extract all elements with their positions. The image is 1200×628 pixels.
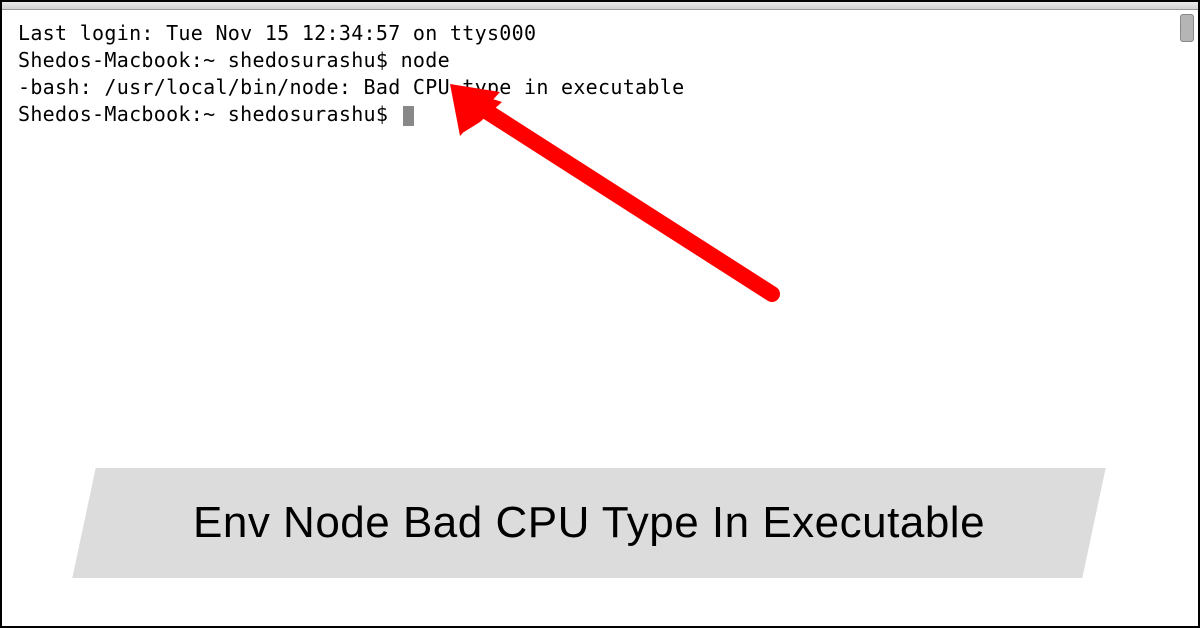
caption-text: Env Node Bad CPU Type In Executable: [193, 498, 985, 548]
terminal-window: Last login: Tue Nov 15 12:34:57 on ttys0…: [0, 0, 1200, 628]
terminal-line-command: Shedos-Macbook:~ shedosurashu$ node: [18, 47, 1182, 74]
prompt: Shedos-Macbook:~ shedosurashu$: [18, 48, 401, 72]
terminal-line-prompt: Shedos-Macbook:~ shedosurashu$: [18, 101, 1182, 128]
caption-banner: Env Node Bad CPU Type In Executable: [72, 468, 1105, 578]
cursor: [403, 106, 414, 126]
terminal-content[interactable]: Last login: Tue Nov 15 12:34:57 on ttys0…: [2, 10, 1198, 138]
window-titlebar: [2, 2, 1198, 10]
command-text: node: [401, 48, 450, 72]
terminal-line-error: -bash: /usr/local/bin/node: Bad CPU type…: [18, 74, 1182, 101]
scrollbar[interactable]: [1178, 12, 1196, 412]
prompt: Shedos-Macbook:~ shedosurashu$: [18, 102, 401, 126]
terminal-line-lastlogin: Last login: Tue Nov 15 12:34:57 on ttys0…: [18, 20, 1182, 47]
scrollbar-thumb[interactable]: [1180, 14, 1194, 42]
